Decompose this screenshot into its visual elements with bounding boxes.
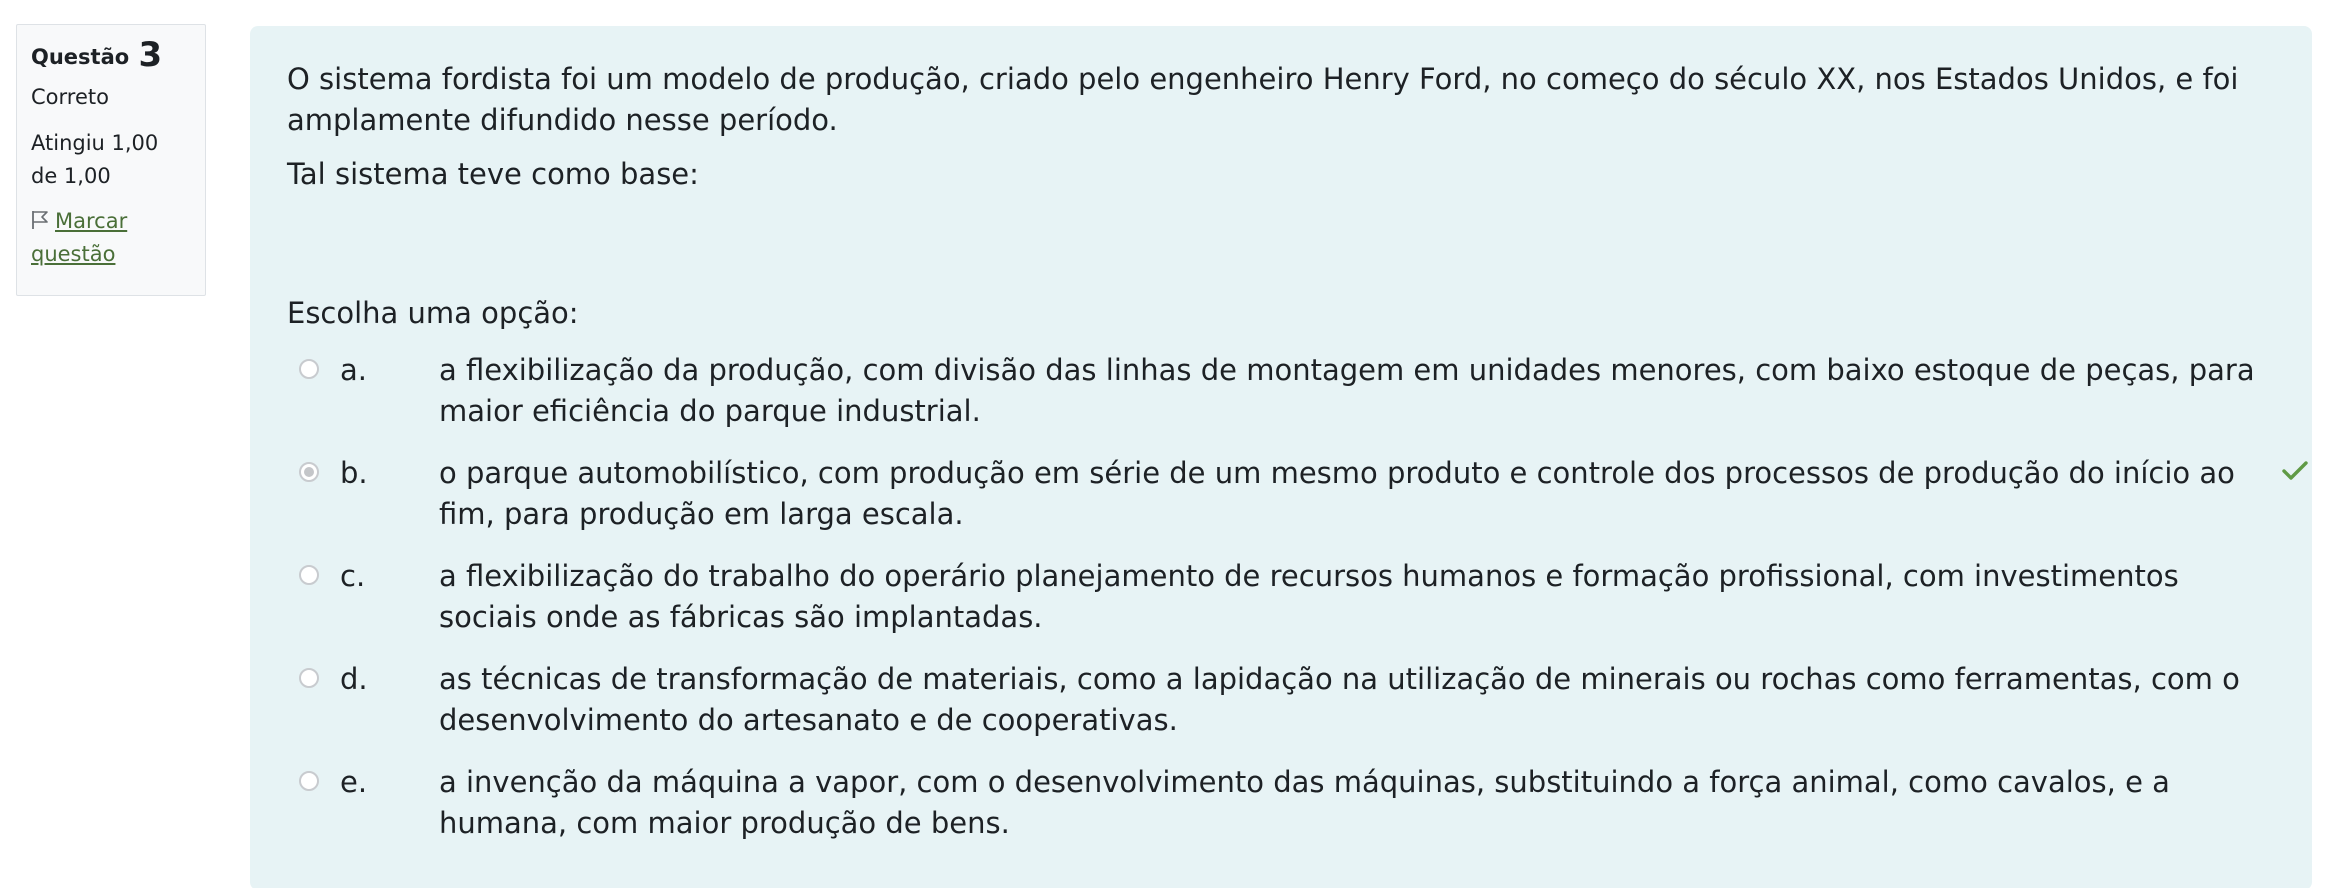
- answer-option-d[interactable]: d. as técnicas de transformação de mater…: [299, 659, 2299, 741]
- radio-option-c[interactable]: [299, 565, 319, 585]
- question-paragraph-1: O sistema fordista foi um modelo de prod…: [287, 62, 2239, 137]
- option-letter: a.: [340, 353, 367, 387]
- radio-option-b[interactable]: [299, 462, 319, 482]
- question-grade: Atingiu 1,00 de 1,00: [31, 131, 159, 188]
- question-label: Questão: [31, 45, 130, 69]
- option-text: a invenção da máquina a vapor, com o des…: [439, 765, 2170, 840]
- option-letter: d.: [340, 662, 368, 696]
- answer-option-b[interactable]: b. o parque automobilístico, com produçã…: [299, 453, 2308, 535]
- answer-option-a[interactable]: a. a flexibilização da produção, com div…: [299, 350, 2299, 432]
- flag-question-link[interactable]: Marcar questão: [31, 205, 191, 271]
- radio-option-a[interactable]: [299, 359, 319, 379]
- option-letter: c.: [340, 559, 366, 593]
- flag-icon: [32, 211, 48, 229]
- question-paragraph-2: Tal sistema teve como base:: [287, 157, 699, 191]
- check-icon: [2282, 461, 2308, 480]
- option-text: a flexibilização do trabalho do operário…: [439, 559, 2179, 634]
- answer-option-e[interactable]: e. a invenção da máquina a vapor, com o …: [299, 762, 2299, 844]
- answer-options: a. a flexibilização da produção, com div…: [299, 350, 2308, 865]
- radio-option-e[interactable]: [299, 771, 319, 791]
- option-letter: e.: [340, 765, 368, 799]
- option-letter: b.: [340, 456, 368, 490]
- question-state: Correto: [31, 85, 109, 109]
- option-text: as técnicas de transformação de materiai…: [439, 662, 2240, 737]
- question-number: 3: [138, 35, 163, 75]
- answer-prompt: Escolha uma opção:: [287, 296, 579, 330]
- question-formulation: O sistema fordista foi um modelo de prod…: [250, 26, 2312, 888]
- answer-option-c[interactable]: c. a flexibilização do trabalho do operá…: [299, 556, 2299, 638]
- option-text: o parque automobilístico, com produção e…: [439, 456, 2235, 531]
- question-info-panel: Questão 3 Correto Atingiu 1,00 de 1,00 M…: [16, 24, 206, 296]
- radio-option-d[interactable]: [299, 668, 319, 688]
- question-number-heading: Questão 3: [31, 35, 191, 75]
- question-text: O sistema fordista foi um modelo de prod…: [287, 59, 2277, 208]
- option-text: a flexibilização da produção, com divisã…: [439, 353, 2255, 428]
